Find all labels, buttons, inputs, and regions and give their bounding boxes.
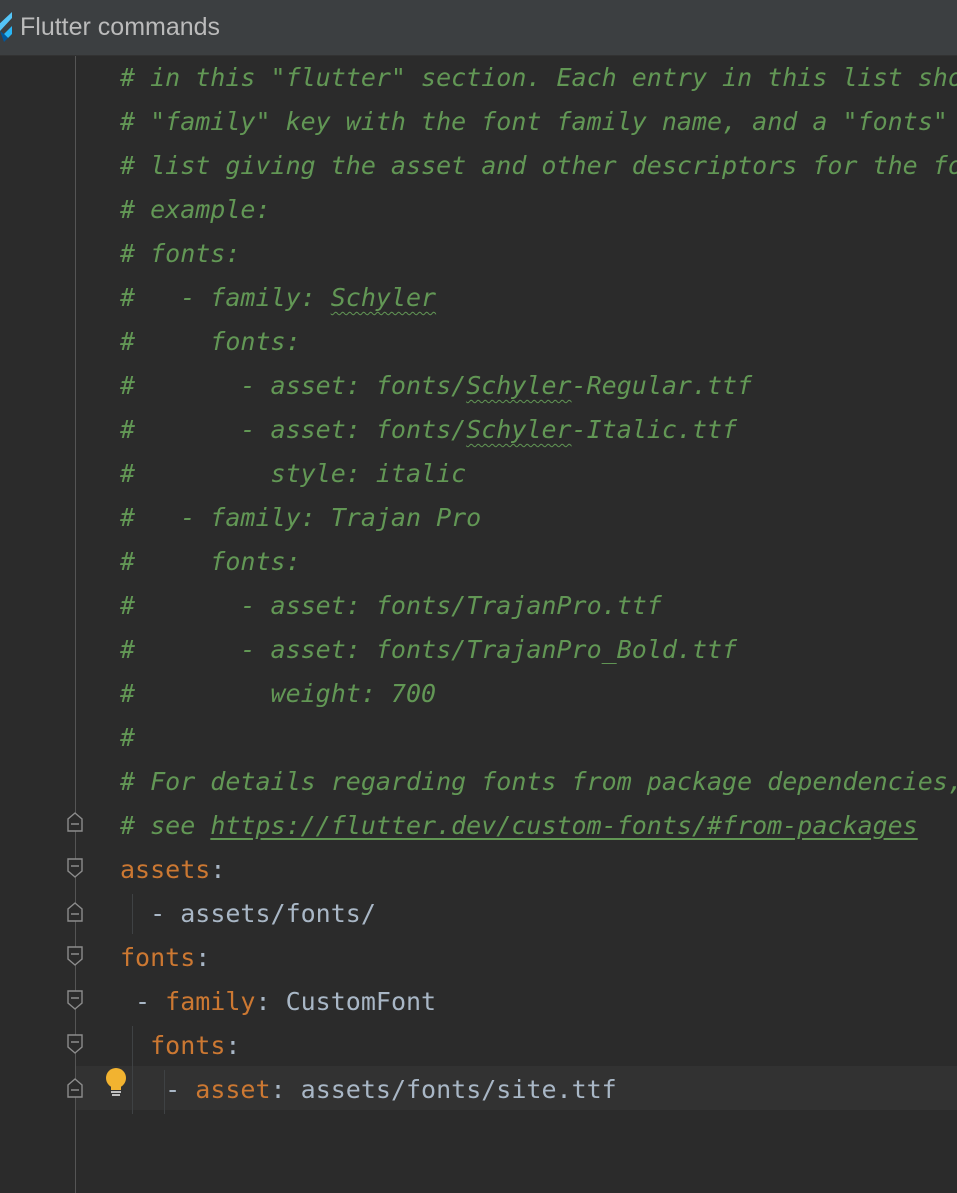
code-line[interactable]: # (120, 716, 135, 760)
tool-window-header: Flutter commands (0, 0, 957, 56)
code-line[interactable]: fonts: (120, 1024, 240, 1068)
tool-window-title[interactable]: Flutter commands (20, 11, 220, 43)
code-line[interactable]: # see https://flutter.dev/custom-fonts/#… (120, 804, 918, 848)
yaml-key: fonts (150, 1031, 226, 1060)
flutter-icon (0, 12, 12, 42)
yaml-key: family (165, 987, 256, 1016)
yaml-value: assets/fonts/ (180, 899, 376, 928)
code-line[interactable]: # example: (120, 188, 271, 232)
spelling-typo[interactable]: Schyler (331, 283, 436, 312)
yaml-value: CustomFont (270, 987, 437, 1016)
docs-link[interactable]: https://flutter.dev/custom-fonts/#from-p… (210, 811, 917, 840)
yaml-value: assets/fonts/site.ttf (285, 1075, 617, 1104)
spelling-typo[interactable]: Schyler (466, 415, 571, 444)
fold-start-icon[interactable] (67, 858, 83, 878)
code-line[interactable]: - asset: assets/fonts/site.ttf (120, 1068, 617, 1112)
code-line[interactable]: # weight: 700 (120, 672, 436, 716)
code-line[interactable]: # - family: Trajan Pro (120, 496, 481, 540)
code-editor[interactable]: # in this "flutter" section. Each entry … (0, 56, 957, 1193)
fold-start-icon[interactable] (67, 990, 83, 1010)
code-line[interactable]: # fonts: (120, 320, 301, 364)
indent-guide (132, 894, 133, 934)
yaml-key: fonts (120, 943, 196, 972)
code-line[interactable]: assets: (120, 848, 225, 892)
indent-guide (132, 1026, 133, 1114)
fold-end-icon[interactable] (67, 902, 83, 922)
fold-end-icon[interactable] (67, 812, 83, 832)
code-line[interactable]: # "family" key with the font family name… (120, 100, 957, 144)
intention-bulb-icon[interactable] (104, 1067, 128, 1099)
fold-start-icon[interactable] (67, 1034, 83, 1054)
code-line[interactable]: - assets/fonts/ (120, 892, 376, 936)
yaml-key: assets (120, 855, 211, 884)
code-line[interactable]: - family: CustomFont (120, 980, 436, 1024)
fold-end-icon[interactable] (67, 1078, 83, 1098)
code-line[interactable]: # For details regarding fonts from packa… (120, 760, 957, 804)
yaml-key: asset (195, 1075, 271, 1104)
code-line[interactable]: # - asset: fonts/TrajanPro.ttf (120, 584, 662, 628)
code-line[interactable]: # - asset: fonts/TrajanPro_Bold.ttf (120, 628, 737, 672)
code-line[interactable]: # - asset: fonts/Schyler-Italic.ttf (120, 408, 737, 452)
code-line[interactable]: # fonts: (120, 540, 301, 584)
code-line[interactable]: # - family: Schyler (120, 276, 436, 320)
fold-start-icon[interactable] (67, 946, 83, 966)
spelling-typo[interactable]: Schyler (466, 371, 571, 400)
code-line[interactable]: fonts: (120, 936, 210, 980)
code-line[interactable]: # list giving the asset and other descri… (120, 144, 957, 188)
code-line[interactable]: # style: italic (120, 452, 466, 496)
indent-guide (164, 1070, 165, 1114)
code-line[interactable]: # - asset: fonts/Schyler-Regular.ttf (120, 364, 752, 408)
code-line[interactable]: # in this "flutter" section. Each entry … (120, 56, 957, 100)
code-line[interactable]: # fonts: (120, 232, 240, 276)
